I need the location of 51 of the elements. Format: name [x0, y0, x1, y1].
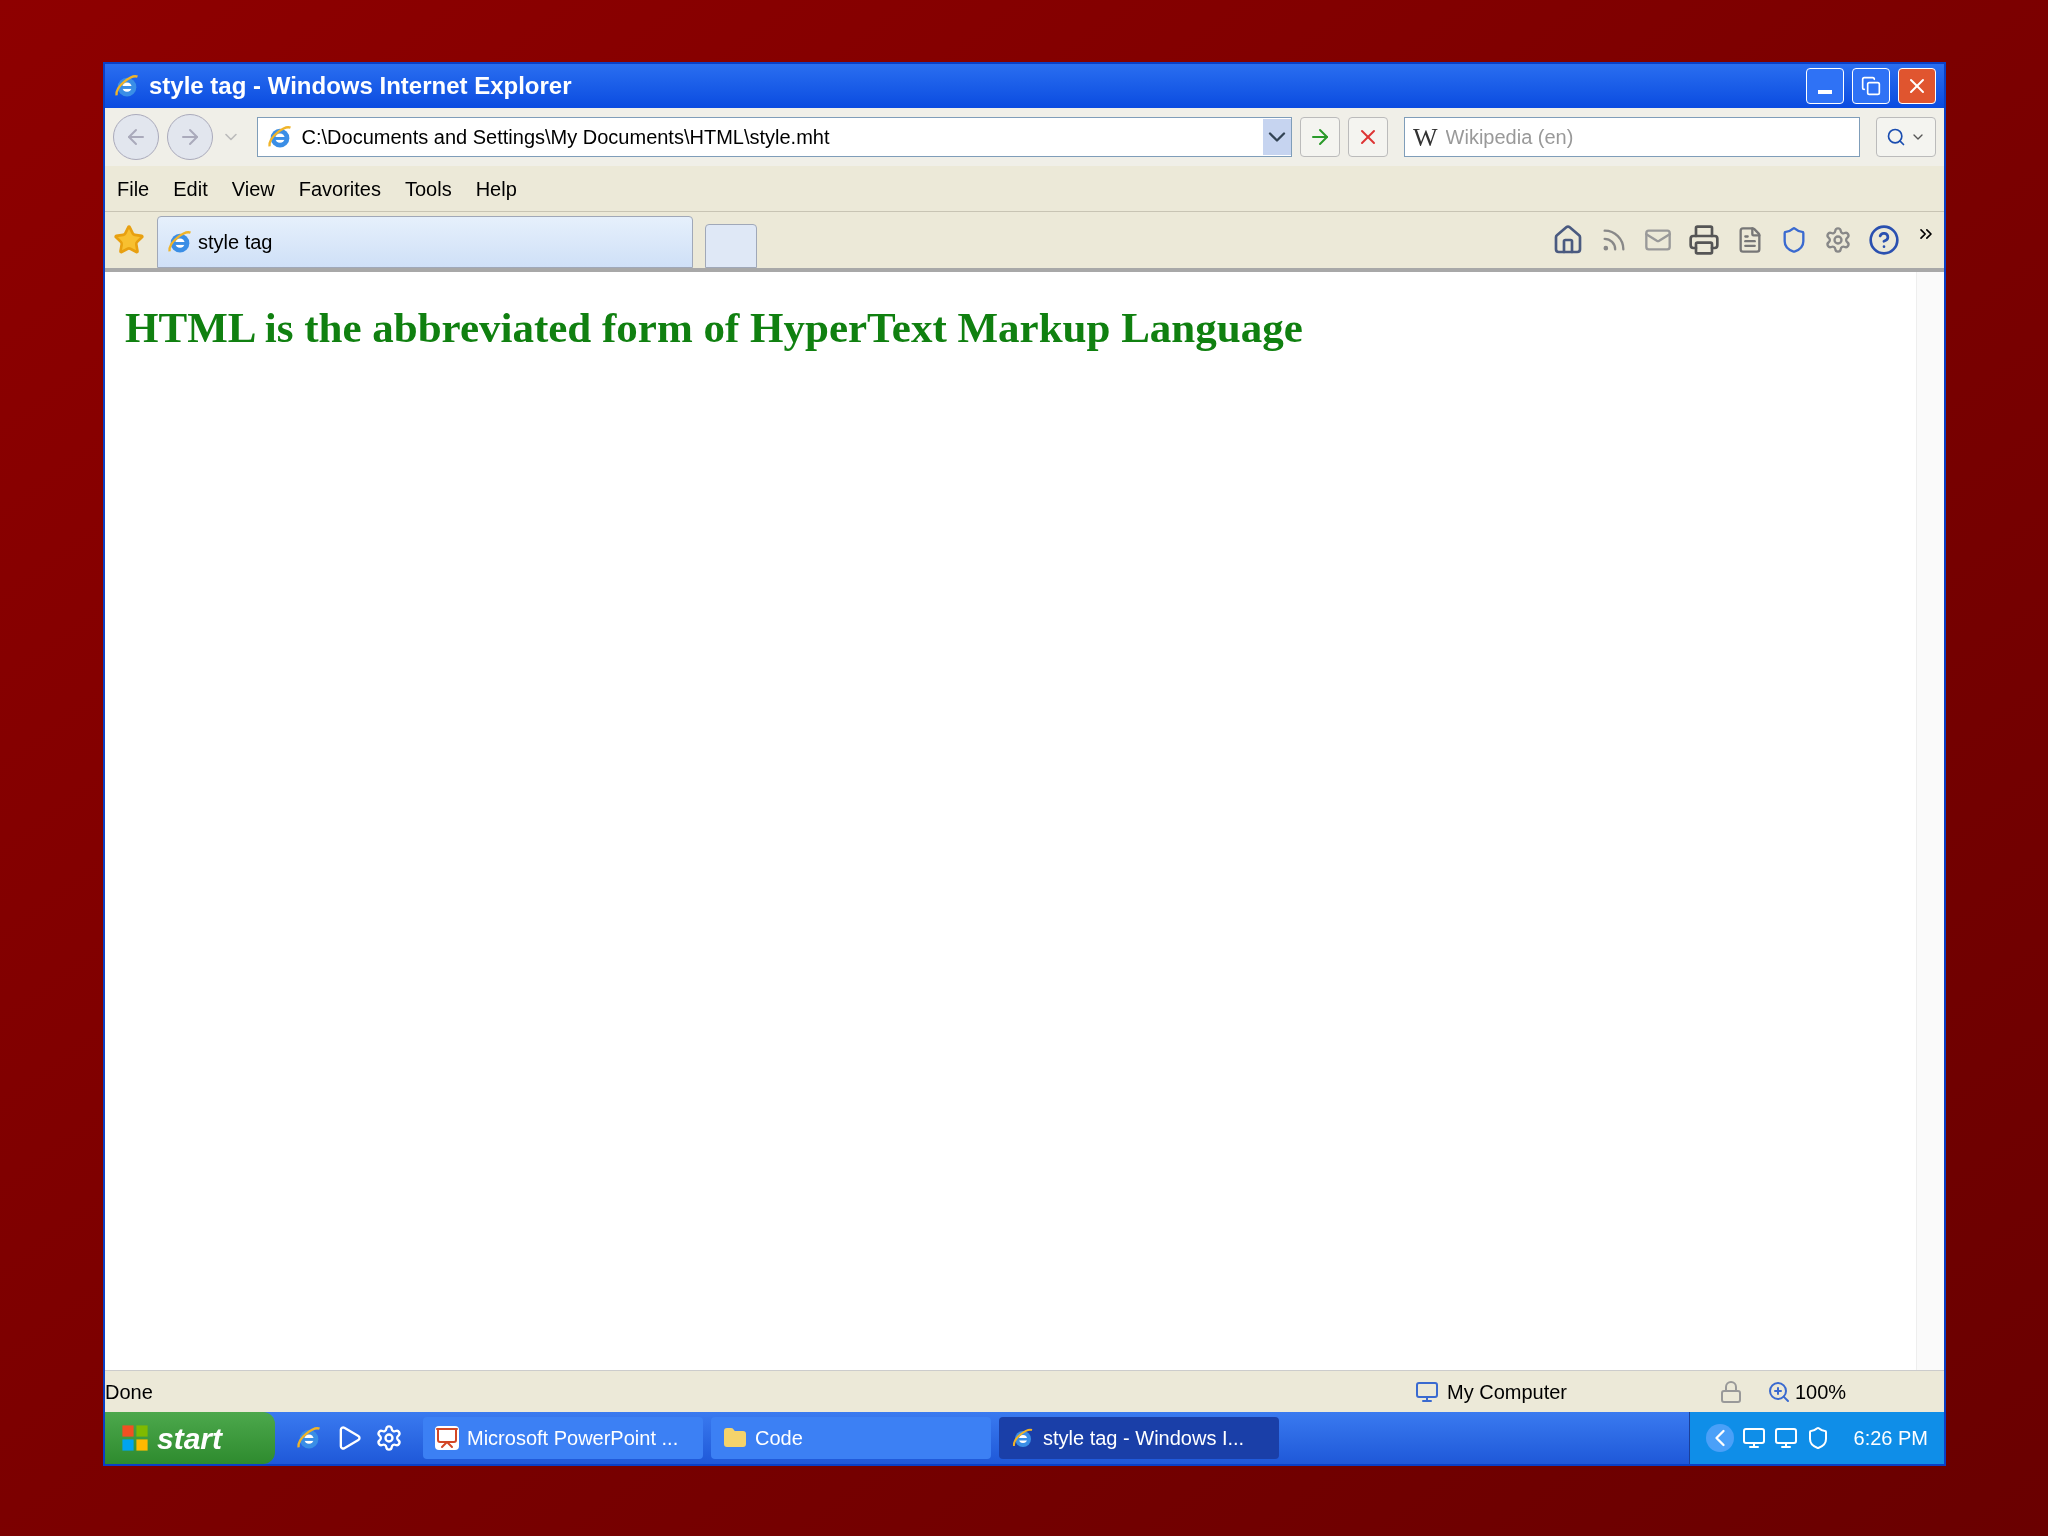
menu-item[interactable]: File [117, 173, 150, 204]
taskbar-button[interactable]: Microsoft PowerPoint ... [423, 1417, 703, 1459]
zoom-icon [1767, 1379, 1791, 1404]
taskbar-button[interactable]: Code [711, 1417, 991, 1459]
go-button[interactable] [1300, 117, 1341, 157]
restore-button[interactable] [1852, 68, 1890, 104]
settings-icon[interactable] [1824, 226, 1852, 254]
search-field[interactable]: W Wikipedia (en) [1404, 117, 1861, 157]
zone-text: My Computer [1447, 1379, 1568, 1405]
help-icon[interactable] [1868, 224, 1900, 256]
scrollbar[interactable] [1916, 272, 1944, 1370]
menu-item[interactable]: Tools [404, 173, 452, 204]
close-button[interactable] [1898, 68, 1936, 104]
home-icon[interactable] [1552, 224, 1584, 256]
address-text: C:\Documents and Settings\My Documents\HTML\style.mht [301, 125, 831, 150]
stop-button[interactable] [1348, 117, 1388, 157]
minimize-icon [1818, 90, 1832, 94]
zoom-level[interactable]: 100% [1795, 1376, 1847, 1407]
computer-icon [1415, 1379, 1439, 1404]
page-heading: HTML is the abbreviated form of HyperText Markup Language [125, 303, 1304, 353]
minimize-button[interactable] [1806, 68, 1844, 104]
start-button[interactable]: start [105, 1412, 275, 1464]
network-icon[interactable] [1741, 1426, 1766, 1450]
search-input[interactable]: Wikipedia (en) [1445, 122, 1852, 152]
folder-icon [723, 1426, 747, 1450]
search-icon [1886, 127, 1907, 147]
back-button[interactable] [113, 114, 159, 160]
print-icon[interactable] [1688, 224, 1720, 256]
window-title: style tag - Windows Internet Explorer [149, 71, 573, 101]
browser-logo-icon [1011, 1426, 1035, 1450]
status-text: Done [105, 1379, 154, 1405]
favorites-star-icon[interactable] [113, 224, 145, 256]
menu-item[interactable]: Favorites [298, 173, 381, 204]
wikipedia-logo-icon: W [1413, 117, 1438, 157]
windows-logo-icon [121, 1424, 149, 1452]
menu-item[interactable]: Help [475, 173, 517, 204]
slides-icon [435, 1426, 459, 1450]
wireless-icon[interactable] [1773, 1426, 1798, 1450]
restore-icon [1861, 76, 1881, 96]
forward-button[interactable] [166, 114, 213, 160]
app-icon[interactable] [375, 1424, 403, 1452]
browser-tab[interactable]: style tag [157, 216, 693, 268]
address-field[interactable]: C:\Documents and Settings\My Documents\HTML\style.mht [256, 117, 1293, 157]
menu-item[interactable]: View [231, 173, 275, 204]
menu-item[interactable]: Edit [173, 173, 208, 204]
expand-tray-icon[interactable] [1705, 1424, 1734, 1452]
new-tab-button[interactable] [705, 224, 757, 268]
search-button[interactable] [1876, 117, 1936, 157]
taskbar-button[interactable]: style tag - Windows I... [999, 1417, 1279, 1459]
lock-icon[interactable] [1719, 1379, 1743, 1404]
address-dropdown-icon[interactable] [1263, 119, 1292, 155]
